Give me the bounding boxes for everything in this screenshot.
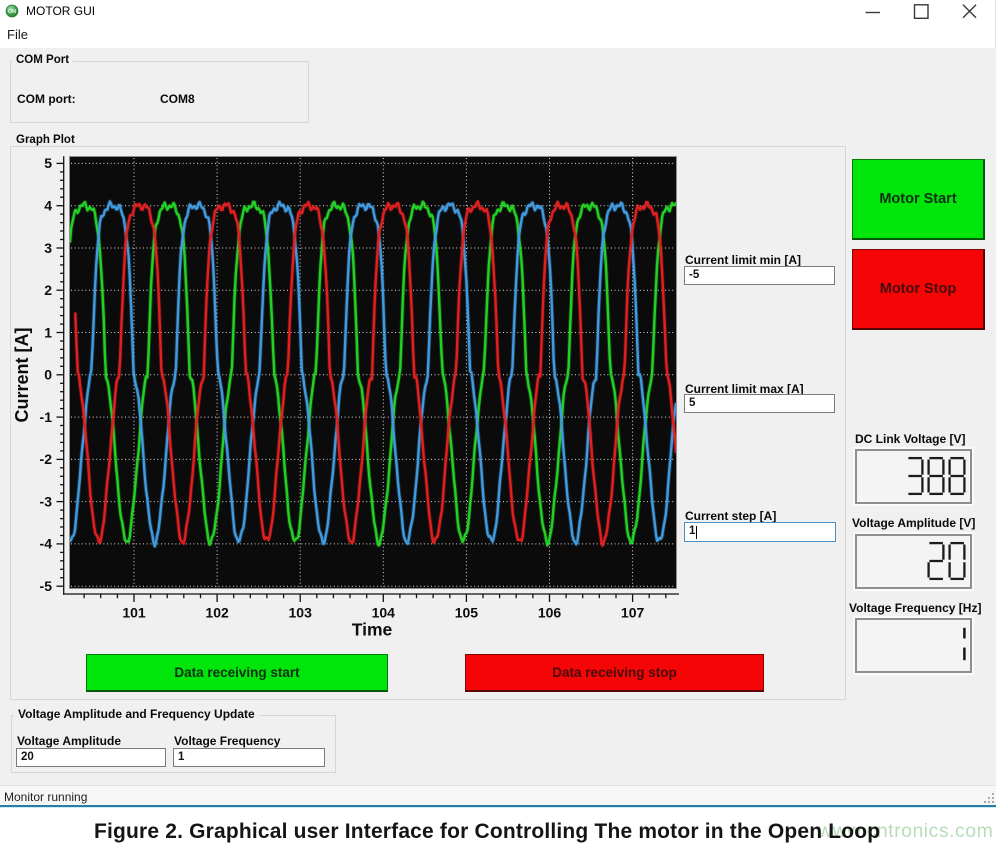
svg-text:4: 4 <box>44 198 52 214</box>
svg-text:0: 0 <box>44 367 52 383</box>
svg-text:-4: -4 <box>40 536 53 552</box>
svg-text:103: 103 <box>289 605 313 621</box>
svg-text:-1: -1 <box>40 409 53 425</box>
svg-text:105: 105 <box>455 605 479 621</box>
svg-text:-5: -5 <box>40 578 53 594</box>
svg-text:107: 107 <box>621 605 645 621</box>
svg-text:Current [A]: Current [A] <box>12 328 32 423</box>
svg-text:5: 5 <box>44 155 52 171</box>
svg-text:106: 106 <box>538 605 562 621</box>
svg-text:101: 101 <box>122 605 146 621</box>
svg-text:102: 102 <box>205 605 229 621</box>
svg-text:3: 3 <box>44 240 52 256</box>
svg-text:Time: Time <box>352 620 393 640</box>
svg-text:-3: -3 <box>40 493 53 509</box>
svg-text:1: 1 <box>44 324 52 340</box>
svg-text:2: 2 <box>44 282 52 298</box>
svg-text:104: 104 <box>372 605 396 621</box>
svg-text:-2: -2 <box>40 451 53 467</box>
svg-text:ON: ON <box>8 9 16 15</box>
